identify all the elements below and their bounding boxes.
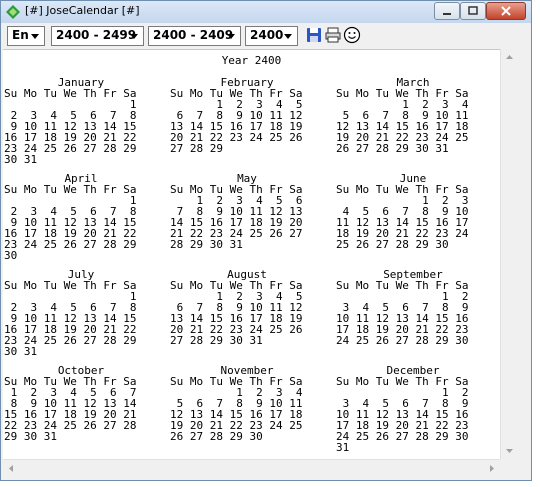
month-january: January Su Mo Tu We Th Fr Sa 1 2 3 4 5 6 … [4,77,158,165]
week-row: 27 28 29 [170,142,223,155]
print-icon[interactable] [324,26,342,44]
week-row: 24 25 26 27 28 29 30 [336,334,469,347]
chevron-down-icon [130,34,138,39]
minimize-button[interactable] [434,2,460,20]
chevron-down-icon [31,34,39,39]
close-icon [501,6,511,16]
vertical-scrollbar[interactable] [500,49,518,459]
calendar-view: Year 2400 January Su Mo Tu We Th Fr Sa 1 … [3,49,500,460]
week-row: 27 28 29 30 31 [170,334,263,347]
close-button[interactable] [486,2,526,20]
week-row: 30 31 [4,153,38,166]
week-row: 28 29 30 31 [170,238,243,251]
month-october: October Su Mo Tu We Th Fr Sa 1 2 3 4 5 6 … [4,365,158,442]
minimize-icon [443,13,451,15]
app-icon [6,5,20,19]
horizontal-scrollbar[interactable] [3,459,500,477]
month-september: September Su Mo Tu We Th Fr Sa 1 2 3 4 5 … [336,269,490,346]
language-value: En [12,28,29,42]
month-november: November Su Mo Tu We Th Fr Sa 1 2 3 4 5 6… [170,365,324,442]
maximize-icon [468,6,478,15]
month-february: February Su Mo Tu We Th Fr Sa 1 2 3 4 5 6… [170,77,324,154]
chevron-down-icon [227,34,235,39]
month-august: August Su Mo Tu We Th Fr Sa 1 2 3 4 5 6 7… [170,269,324,346]
week-row: 30 31 [4,345,38,358]
week-row: 23 24 25 26 27 28 29 [4,238,137,251]
maximize-button[interactable] [460,2,486,20]
century-value: 2400 - 2499 [56,28,137,42]
month-december: December Su Mo Tu We Th Fr Sa 1 2 3 4 5 6… [336,365,490,453]
week-row: 31 [336,441,350,454]
scroll-up-icon[interactable] [501,49,518,66]
scroll-right-icon[interactable] [483,460,500,477]
window-title: [#] JoseCalendar [#] [25,4,140,17]
year-title: Year 2400 [221,54,282,67]
month-june: June Su Mo Tu We Th Fr Sa 1 2 3 4 5 6 7 8… [336,173,490,250]
year-value: 2400 [250,28,284,42]
language-select[interactable]: En [7,26,45,46]
month-july: July Su Mo Tu We Th Fr Sa 1 2 3 4 5 6 7 8… [4,269,158,357]
century-select[interactable]: 2400 - 2499 [51,26,144,46]
smiley-icon[interactable] [343,26,361,44]
week-row: 26 27 28 29 30 [170,430,263,443]
month-april: April Su Mo Tu We Th Fr Sa 1 2 3 4 5 6 7 … [4,173,158,261]
week-row: 29 30 31 [4,430,57,443]
toolbar: En 2400 - 2499 2400 - 2409 2400 [1,23,531,48]
scroll-down-icon[interactable] [501,442,518,459]
decade-select[interactable]: 2400 - 2409 [148,26,241,46]
save-icon[interactable] [305,26,323,44]
week-row: 26 27 28 29 30 31 [336,142,449,155]
week-row: 24 25 26 27 28 29 30 [336,430,469,443]
week-row: 25 26 27 28 29 30 [336,238,449,251]
decade-value: 2400 - 2409 [153,28,234,42]
month-march: March Su Mo Tu We Th Fr Sa 1 2 3 4 5 6 7 … [336,77,490,154]
chevron-down-icon [284,34,292,39]
month-may: May Su Mo Tu We Th Fr Sa 1 2 3 4 5 6 7 8 … [170,173,324,250]
title-bar[interactable]: [#] JoseCalendar [#] [1,1,531,24]
week-row: 30 [4,249,18,262]
scroll-left-icon[interactable] [3,460,20,477]
year-select[interactable]: 2400 [245,26,298,46]
app-window: [#] JoseCalendar [#] En 2400 - 2499 2400… [0,0,532,481]
scrollbar-corner [500,459,517,476]
